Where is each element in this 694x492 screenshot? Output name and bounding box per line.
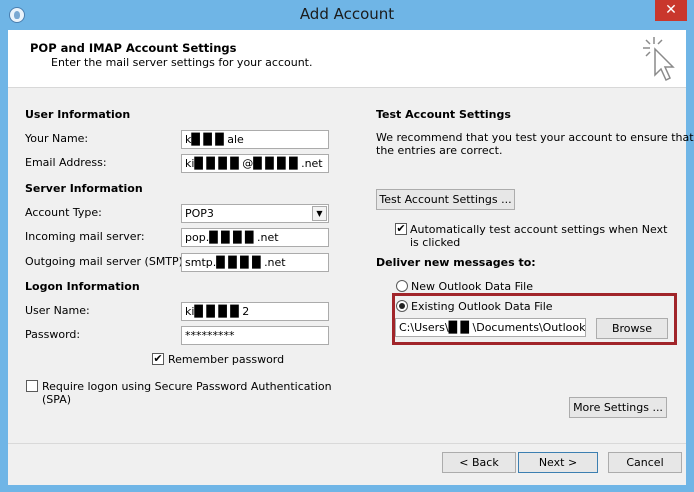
existing-data-file-label: Existing Outlook Data File [411,300,553,313]
test-description: We recommend that you test your account … [376,131,694,144]
cursor-sparkle-icon [643,37,675,82]
new-data-file-radio[interactable] [396,280,408,292]
deliver-heading: Deliver new messages to: [376,256,536,269]
dialog-body: POP and IMAP Account Settings Enter the … [8,30,694,485]
outgoing-server-input[interactable]: smtp.█ █ █ █ .net [181,253,329,272]
spa-label-continued: (SPA) [42,393,72,406]
data-file-path-input[interactable]: C:\Users\█ █ \Documents\Outlook Fil [395,318,586,337]
spa-label: Require logon using Secure Password Auth… [42,380,332,393]
password-label: Password: [25,328,81,341]
header-title: POP and IMAP Account Settings [30,41,237,55]
existing-data-file-radio[interactable] [396,300,408,312]
next-button[interactable]: Next > [518,452,598,473]
email-address-label: Email Address: [25,156,107,169]
chevron-down-icon[interactable]: ▼ [312,206,327,221]
header-subtitle: Enter the mail server settings for your … [51,56,313,69]
remember-password-label: Remember password [168,353,285,366]
incoming-server-label: Incoming mail server: [25,230,145,243]
account-type-label: Account Type: [25,206,102,219]
test-account-heading: Test Account Settings [376,108,511,121]
auto-test-checkbox[interactable]: ✔ [395,223,407,235]
your-name-input[interactable]: k█ █ █ ale [181,130,329,149]
user-name-input[interactable]: ki█ █ █ █ 2 [181,302,329,321]
user-name-label: User Name: [25,304,90,317]
new-data-file-label: New Outlook Data File [411,280,533,293]
back-button[interactable]: < Back [442,452,516,473]
email-address-input[interactable]: ki█ █ █ █ @█ █ █ █ .net [181,154,329,173]
add-account-window: Add Account ✕ POP and IMAP Account Setti… [0,0,694,492]
logon-information-heading: Logon Information [25,280,140,293]
title-bar[interactable]: Add Account ✕ [0,0,694,30]
auto-test-label-continued: is clicked [410,236,461,249]
auto-test-label: Automatically test account settings when… [410,223,668,236]
close-button[interactable]: ✕ [655,0,687,21]
footer-divider [8,443,686,444]
more-settings-button[interactable]: More Settings ... [569,397,667,418]
window-title: Add Account [299,5,395,23]
test-description-continued: the entries are correct. [376,144,503,157]
your-name-label: Your Name: [25,132,89,145]
remember-password-checkbox[interactable]: ✔ [152,353,164,365]
test-account-settings-button[interactable]: Test Account Settings ... [376,189,515,210]
browse-button[interactable]: Browse [596,318,668,339]
server-information-heading: Server Information [25,182,143,195]
outgoing-server-label: Outgoing mail server (SMTP): [25,255,187,268]
user-information-heading: User Information [25,108,131,121]
password-input[interactable]: ********* [181,326,329,345]
incoming-server-input[interactable]: pop.█ █ █ █ .net [181,228,329,247]
cancel-button[interactable]: Cancel [608,452,682,473]
account-type-select[interactable]: POP3 ▼ [181,204,329,223]
spa-checkbox[interactable] [26,380,38,392]
account-type-value: POP3 [185,207,214,220]
dialog-header: POP and IMAP Account Settings Enter the … [8,30,686,88]
